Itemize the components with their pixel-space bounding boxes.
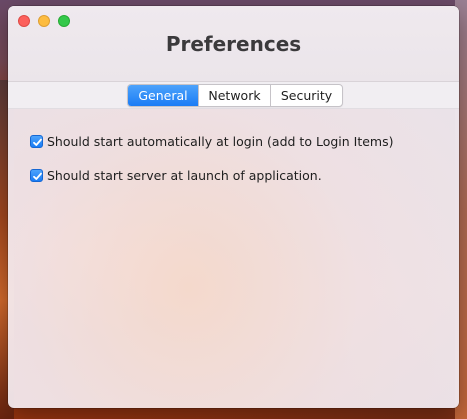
tab-security[interactable]: Security <box>270 85 342 106</box>
preferences-tabs: General Network Security <box>127 84 343 107</box>
start-server-checkbox[interactable] <box>30 168 43 182</box>
option-start-at-login: Should start automatically at login (add… <box>30 133 393 149</box>
start-server-label: Should start server at launch of applica… <box>47 167 322 183</box>
tab-network[interactable]: Network <box>198 85 270 106</box>
checkmark-icon <box>33 172 42 180</box>
title-bar: Preferences <box>8 6 459 82</box>
window-title: Preferences <box>165 32 302 56</box>
preferences-window: Preferences General Network Security Sho… <box>8 6 459 408</box>
zoom-window-button[interactable] <box>58 15 70 27</box>
minimize-window-button[interactable] <box>38 15 50 27</box>
tab-general[interactable]: General <box>128 85 198 106</box>
general-options: Should start automatically at login (add… <box>30 133 393 201</box>
start-at-login-checkbox[interactable] <box>30 134 43 148</box>
checkmark-icon <box>33 138 42 146</box>
option-start-server: Should start server at launch of applica… <box>30 167 393 183</box>
close-window-button[interactable] <box>18 15 30 27</box>
start-at-login-label: Should start automatically at login (add… <box>47 133 394 149</box>
